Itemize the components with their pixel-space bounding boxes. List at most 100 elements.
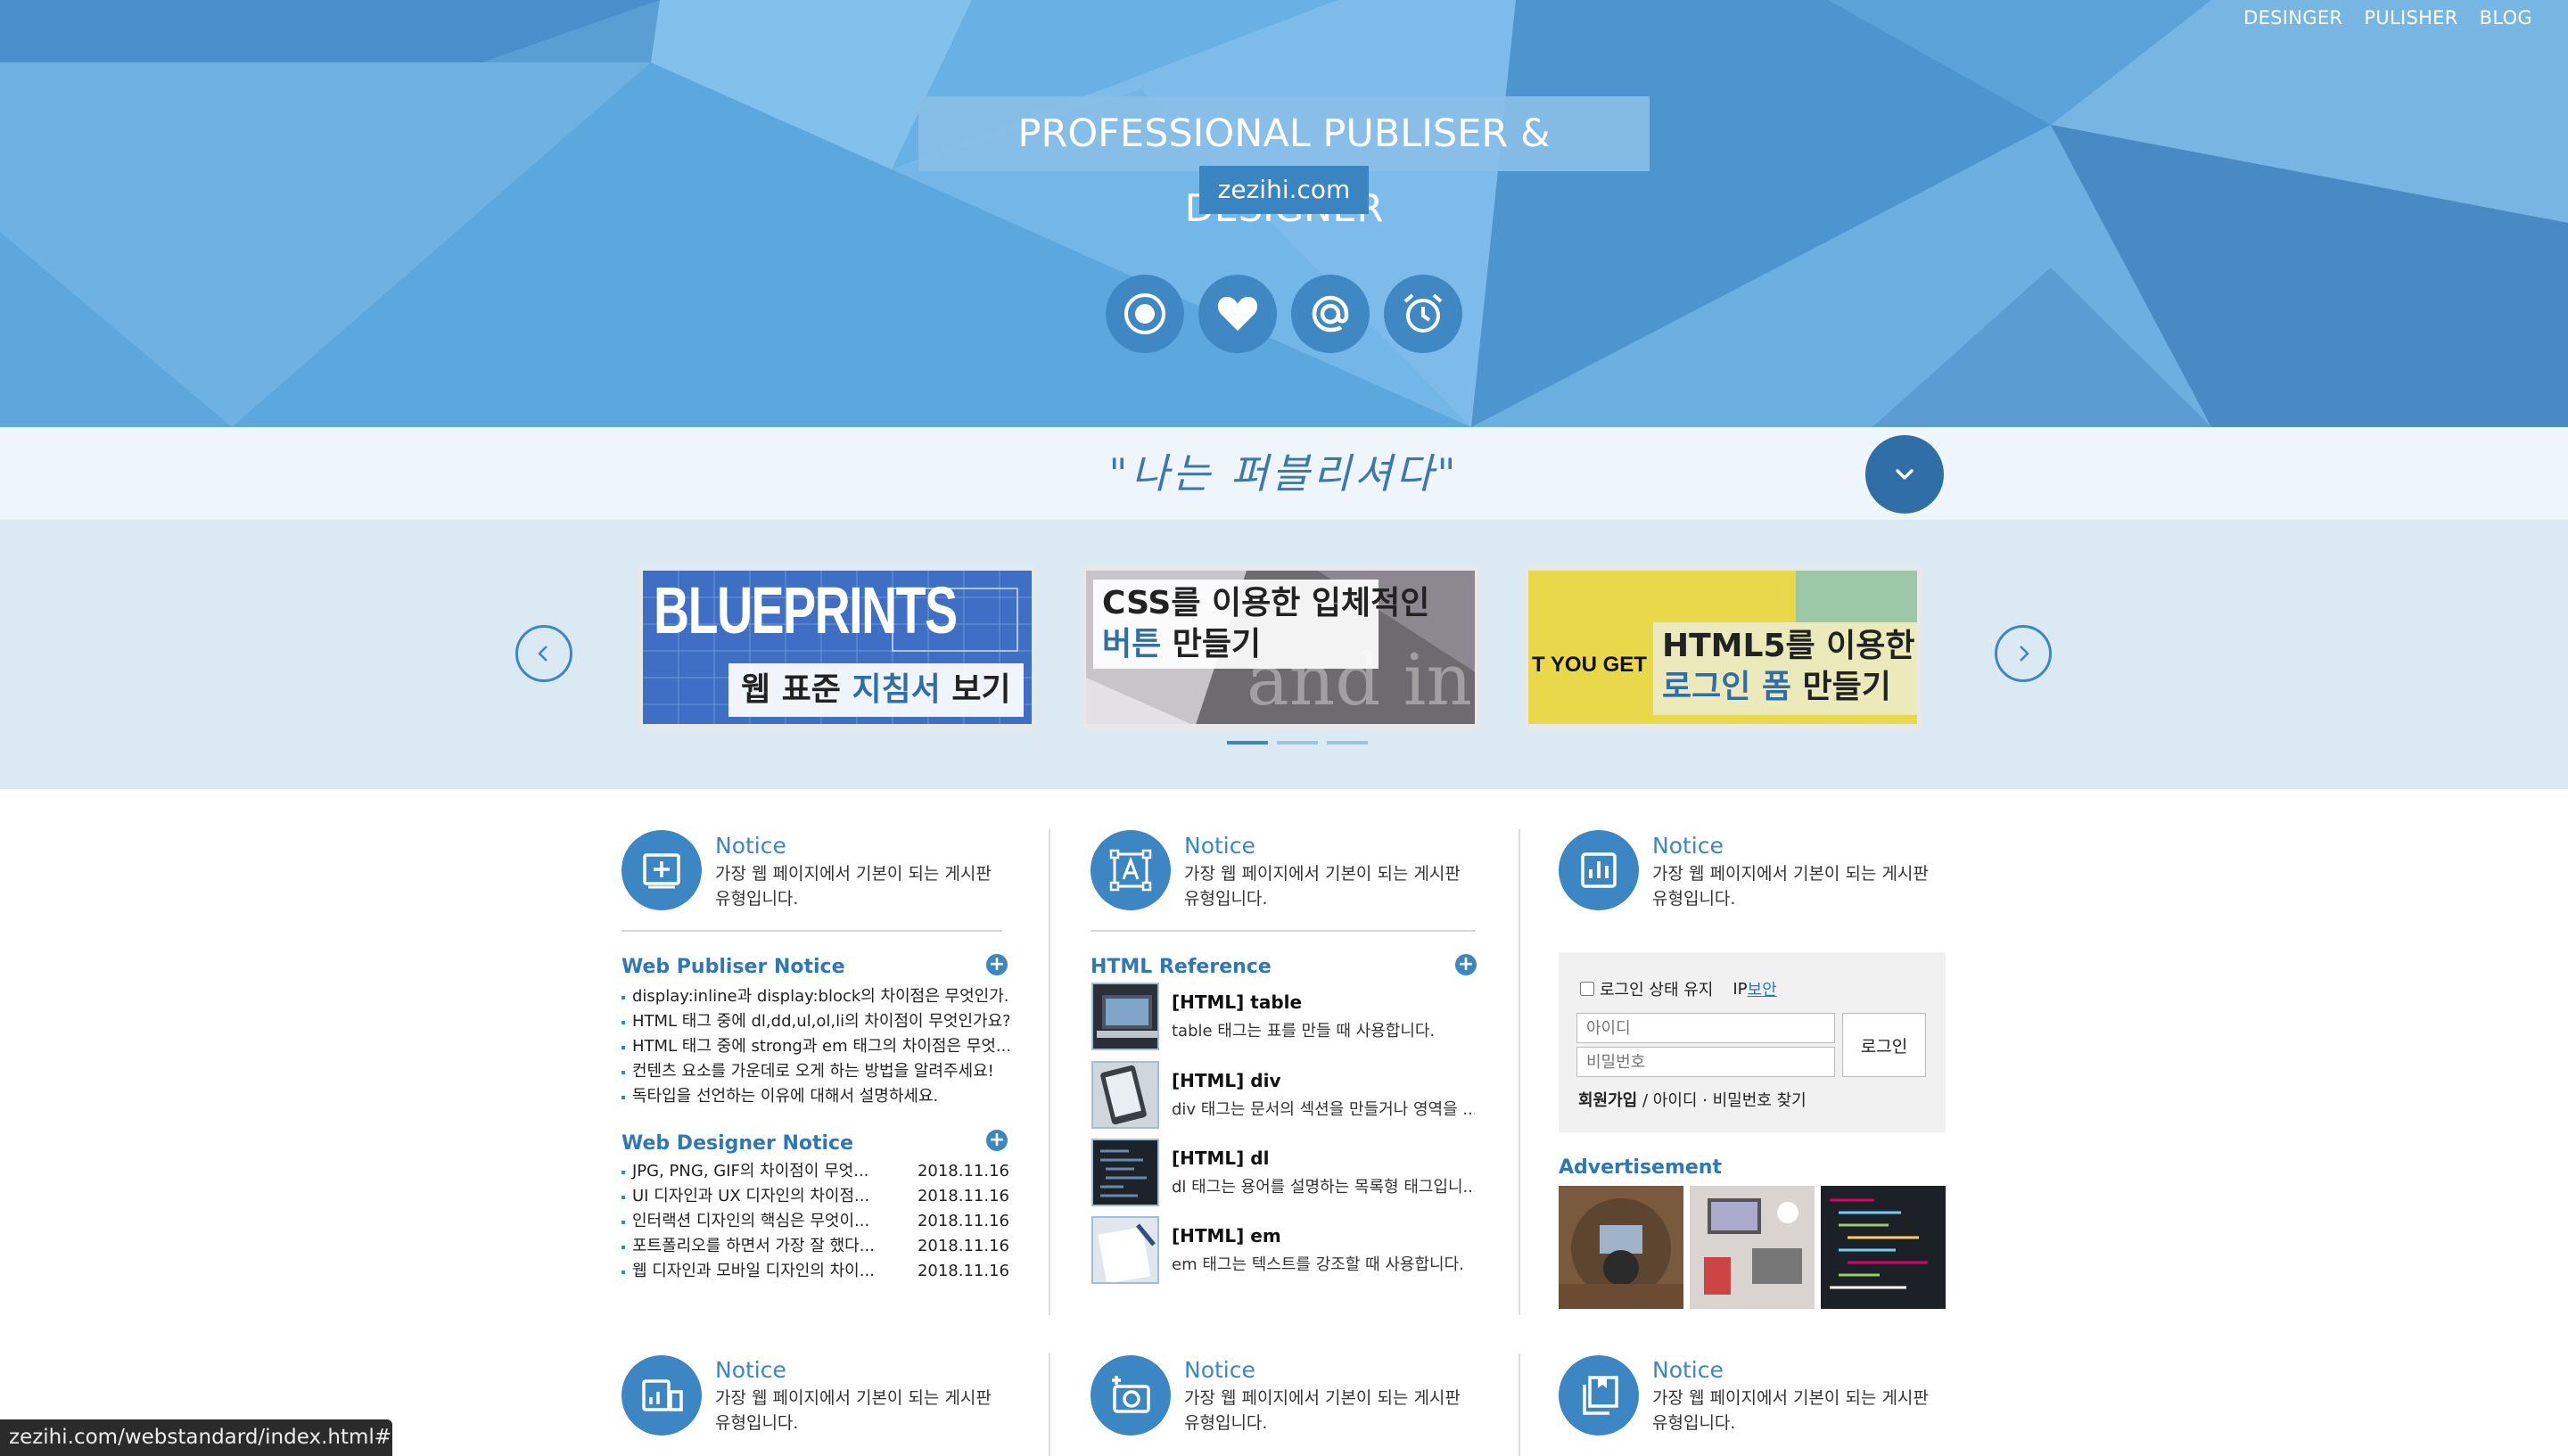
notice-title[interactable]: Notice (715, 1357, 786, 1383)
browser-status-url: zezihi.com/webstandard/index.html# (0, 1419, 392, 1456)
reference-title: [HTML] dl (1172, 1148, 1270, 1169)
code-thumbnail (1091, 1139, 1159, 1206)
reference-desc: table 태그는 표를 만들 때 사용합니다. (1172, 1022, 1436, 1041)
column-divider (1519, 1353, 1520, 1456)
password-input[interactable] (1576, 1047, 1835, 1077)
alarm-icon[interactable] (1384, 275, 1462, 353)
plus-square-icon (621, 830, 702, 910)
ip-security-link[interactable]: 보안 (1748, 977, 1777, 1000)
notice-desc: 가장 웹 페이지에서 기본이 되는 게시판 유형입니다. (715, 864, 992, 909)
notice-desc: 가장 웹 페이지에서 기본이 되는 게시판 유형입니다. (1652, 1388, 1929, 1433)
slide-side-text: T YOU GET (1532, 653, 1647, 677)
list-item[interactable]: display:inline과 display:block의 차이점은 무엇인가… (621, 984, 1009, 1009)
notice-title[interactable]: Notice (1652, 1357, 1724, 1383)
list-item[interactable]: 포트폴리오를 하면서 가장 잘 했다... 2018.11.16 (621, 1234, 1009, 1259)
nav-item-designer[interactable]: DESINGER (2243, 7, 2342, 29)
join-link[interactable]: 회원가입 (1578, 1091, 1637, 1110)
hero-subtitle[interactable]: zezihi.com (1199, 166, 1369, 214)
notice-desc: 가장 웹 페이지에서 기본이 되는 게시판 유형입니다. (715, 1388, 992, 1433)
notice-title[interactable]: Notice (1184, 833, 1255, 859)
keep-login-checkbox[interactable] (1580, 982, 1594, 996)
designer-notice-title[interactable]: Web Designer Notice (621, 1132, 853, 1155)
reference-desc: dl 태그는 용어를 설명하는 목록형 태그입니... (1172, 1178, 1475, 1197)
ad-image[interactable] (1690, 1186, 1815, 1309)
reference-item[interactable]: [HTML] div div 태그는 문서의 섹션을 만들거나 영역을 ... (1091, 1061, 1475, 1132)
notice-title[interactable]: Notice (715, 833, 786, 859)
section-divider (621, 930, 1002, 932)
list-item[interactable]: 웹 디자인과 모바일 디자인의 차이... 2018.11.16 (621, 1259, 1009, 1284)
chevron-left-icon (538, 646, 547, 662)
chevron-down-icon (1896, 469, 1914, 480)
nav-item-publisher[interactable]: PULISHER (2364, 7, 2457, 29)
ip-label: IP (1733, 979, 1748, 999)
reference-title: [HTML] table (1172, 991, 1303, 1013)
bar-chart-icon (1559, 830, 1639, 910)
column-divider (1049, 829, 1050, 1315)
column-divider (1049, 1353, 1050, 1456)
at-icon[interactable] (1291, 275, 1370, 353)
gallery-icon (621, 1355, 702, 1435)
slide-html5-login[interactable]: T YOU GET HTML5를 이용한 로그인 폼 만들기 (1524, 566, 1922, 728)
banner-slider: BLUEPRINTS 웹 표준 지침서 보기 and inte CSS를 이용한… (0, 520, 2568, 789)
scroll-down-button[interactable] (1865, 435, 1944, 514)
login-box: 로그인 상태 유지 IP보안 로그인 회원가입 / 아이디 · 비밀번호 찾기 (1559, 952, 1946, 1132)
slide-css-button[interactable]: and inte CSS를 이용한 입체적인 버튼 만들기 (1082, 566, 1479, 728)
plus-icon[interactable]: + (1455, 954, 1477, 975)
page: { "nav": {"items": ["DESINGER", "PULISHE… (0, 0, 2568, 1456)
keep-login-label: 로그인 상태 유지 (1600, 981, 1714, 999)
ad-image[interactable] (1559, 1186, 1683, 1309)
heart-icon[interactable] (1198, 275, 1277, 353)
publisher-notice-title[interactable]: Web Publiser Notice (621, 956, 845, 978)
html-reference-title[interactable]: HTML Reference (1091, 956, 1272, 978)
notice-title[interactable]: Notice (1184, 1357, 1255, 1383)
nav-item-blog[interactable]: BLOG (2480, 7, 2532, 29)
hero-banner: DESINGER PULISHER BLOG PROFESSIONAL PUBL… (0, 0, 2568, 427)
slide-caption: CSS를 이용한 입체적인 버튼 만들기 (1093, 580, 1429, 669)
plus-icon[interactable]: + (986, 1130, 1008, 1151)
notice-desc: 가장 웹 페이지에서 기본이 되는 게시판 유형입니다. (1652, 864, 1929, 909)
reference-desc: em 태그는 텍스트를 강조할 때 사용합니다. (1172, 1255, 1464, 1274)
slider-dot[interactable] (1327, 741, 1368, 744)
slide-web-standard[interactable]: BLUEPRINTS 웹 표준 지침서 보기 (638, 566, 1036, 728)
plus-icon[interactable]: + (986, 954, 1008, 975)
top-navigation: DESINGER PULISHER BLOG (2243, 7, 2532, 29)
reference-item[interactable]: [HTML] dl dl 태그는 용어를 설명하는 목록형 태그입니... (1091, 1139, 1475, 1210)
slide-heading: BLUEPRINTS (654, 573, 958, 647)
text-frame-icon (1091, 830, 1171, 910)
slide-caption: HTML5를 이용한 로그인 폼 만들기 (1653, 622, 1917, 715)
login-button[interactable]: 로그인 (1842, 1013, 1926, 1077)
section-divider (1091, 930, 1476, 932)
list-item[interactable]: 독타입을 선언하는 이유에 대해서 설명하세요. (621, 1084, 1009, 1109)
reference-item[interactable]: [HTML] em em 태그는 텍스트를 강조할 때 사용합니다. (1091, 1216, 1475, 1287)
reference-item[interactable]: [HTML] table table 태그는 표를 만들 때 사용합니다. (1091, 983, 1475, 1054)
copy-icon (1559, 1355, 1639, 1435)
list-item[interactable]: HTML 태그 중에 strong과 em 태그의 차이점은 무엇... (621, 1034, 1009, 1059)
list-item[interactable]: HTML 태그 중에 dl,dd,ul,ol,li의 차이점이 무엇인가요? (621, 1009, 1009, 1034)
reference-title: [HTML] div (1172, 1070, 1281, 1091)
list-item[interactable]: UI 디자인과 UX 디자인의 차이점... 2018.11.16 (621, 1184, 1009, 1209)
notice-desc: 가장 웹 페이지에서 기본이 되는 게시판 유형입니다. (1184, 864, 1461, 909)
quote-text: "나는 퍼블리셔다" (1108, 449, 1460, 498)
record-icon[interactable] (1106, 275, 1184, 353)
slider-dot[interactable] (1227, 741, 1268, 744)
paper-thumbnail (1091, 1216, 1159, 1284)
slider-next-button[interactable] (1995, 625, 2052, 682)
slider-prev-button[interactable] (515, 625, 572, 682)
account-links: 회원가입 / 아이디 · 비밀번호 찾기 (1578, 1088, 1807, 1111)
advertisement-title: Advertisement (1559, 1156, 1722, 1179)
list-item[interactable]: 컨텐츠 요소를 가운데로 오게 하는 방법을 알려주세요! (621, 1059, 1009, 1084)
list-item[interactable]: 인터랙션 디자인의 핵심은 무엇이... 2018.11.16 (621, 1209, 1009, 1234)
camera-add-icon (1091, 1355, 1171, 1435)
publisher-notice-list: display:inline과 display:block의 차이점은 무엇인가… (621, 984, 1009, 1109)
slider-dot[interactable] (1277, 741, 1318, 744)
find-account-link[interactable]: / 아이디 · 비밀번호 찾기 (1637, 1091, 1807, 1110)
list-item[interactable]: JPG, PNG, GIF의 차이점이 무엇... 2018.11.16 (621, 1159, 1009, 1184)
slide-caption: 웹 표준 지침서 보기 (728, 663, 1024, 717)
reference-desc: div 태그는 문서의 섹션을 만들거나 영역을 ... (1172, 1100, 1475, 1119)
ad-image[interactable] (1821, 1186, 1946, 1309)
designer-notice-list: JPG, PNG, GIF의 차이점이 무엇... 2018.11.16 UI 디… (621, 1159, 1009, 1284)
notice-title[interactable]: Notice (1652, 833, 1724, 859)
laptop-thumbnail (1091, 983, 1159, 1050)
id-input[interactable] (1576, 1013, 1835, 1043)
chevron-right-icon (2020, 646, 2029, 662)
